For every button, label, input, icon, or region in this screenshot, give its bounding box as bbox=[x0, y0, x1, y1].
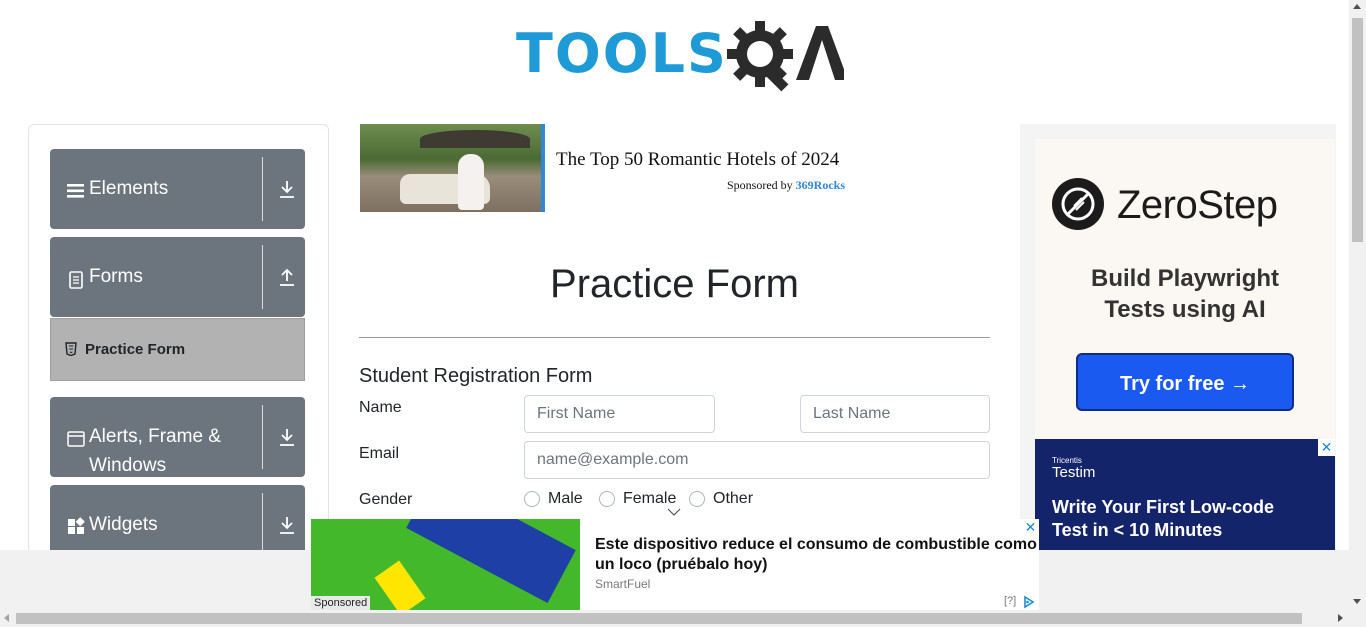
widgets-icon bbox=[68, 517, 85, 534]
ad-source[interactable]: SmartFuel bbox=[595, 577, 650, 591]
horizontal-scrollbar[interactable] bbox=[0, 610, 1366, 627]
scroll-right-icon[interactable] bbox=[1338, 614, 1343, 622]
download-icon[interactable] bbox=[278, 179, 296, 199]
download-icon[interactable] bbox=[278, 515, 296, 535]
divider bbox=[359, 337, 990, 338]
sidebar-group-alerts-frame-windows[interactable]: Alerts, Frame & Windows bbox=[50, 397, 305, 477]
sponsored-prefix: Sponsored by bbox=[727, 178, 793, 192]
tagline-line2: Tests using AI bbox=[1104, 296, 1266, 323]
radio-label[interactable]: Male bbox=[548, 490, 583, 508]
html5-icon bbox=[65, 342, 77, 356]
zerostep-mark-icon bbox=[1061, 187, 1095, 221]
sidebar: Elements Forms Practice Form Alerts, Fra… bbox=[28, 124, 329, 564]
testim-line2: Test in < 10 Minutes bbox=[1052, 520, 1223, 540]
zerostep-ad[interactable]: ZeroStep Build Playwright Tests using AI… bbox=[1035, 139, 1335, 439]
close-icon[interactable]: ✕ bbox=[1318, 439, 1335, 456]
testim-ad[interactable]: Tricentis Testim Write Your First Low-co… bbox=[1035, 439, 1335, 550]
testim-brand: Testim bbox=[1052, 464, 1096, 481]
sidebar-group-label: Forms bbox=[89, 266, 143, 287]
sidebar-item-label: Practice Form bbox=[85, 341, 186, 358]
sponsor-name[interactable]: 369Rocks bbox=[796, 178, 845, 192]
toolsqa-logo[interactable]: TOOLS bbox=[512, 14, 844, 94]
divider bbox=[262, 493, 263, 557]
window-icon bbox=[67, 431, 85, 447]
document-icon bbox=[69, 271, 83, 289]
vertical-scrollbar[interactable] bbox=[1349, 0, 1366, 610]
sidebar-group-elements[interactable]: Elements bbox=[50, 149, 305, 229]
ad-title[interactable]: The Top 50 Romantic Hotels of 2024 bbox=[556, 149, 839, 171]
download-icon[interactable] bbox=[278, 427, 296, 447]
upload-icon[interactable] bbox=[278, 267, 296, 287]
scroll-left-icon[interactable] bbox=[4, 614, 9, 622]
close-icon[interactable]: ✕ bbox=[1022, 519, 1039, 536]
list-icon bbox=[67, 184, 84, 198]
logo-gear-icon bbox=[727, 21, 844, 92]
bottom-sponsored-ad[interactable]: Sponsored Este dispositivo reduce el con… bbox=[311, 519, 1039, 611]
ad-image: Sponsored bbox=[311, 519, 580, 611]
zerostep-brand: ZeroStep bbox=[1117, 183, 1278, 227]
radio-circle[interactable] bbox=[689, 491, 705, 507]
divider bbox=[262, 157, 263, 221]
gender-label: Gender bbox=[359, 491, 413, 508]
logo-text: TOOLS bbox=[516, 22, 728, 85]
scrollbar-thumb[interactable] bbox=[16, 613, 1302, 624]
top-sponsored-ad[interactable]: The Top 50 Romantic Hotels of 2024 Spons… bbox=[360, 124, 860, 212]
zerostep-logo-icon bbox=[1052, 178, 1104, 230]
ad-image bbox=[360, 124, 545, 212]
adchoices-icon[interactable] bbox=[1022, 595, 1036, 609]
ad-title[interactable]: Este dispositivo reduce el consumo de co… bbox=[595, 535, 1039, 575]
scroll-up-icon[interactable] bbox=[1353, 4, 1361, 9]
sidebar-group-label: Alerts, Frame & bbox=[89, 426, 221, 447]
divider bbox=[262, 245, 263, 309]
ad-sponsor: Sponsored by 369Rocks bbox=[727, 178, 845, 193]
testim-line1: Write Your First Low-code bbox=[1052, 497, 1275, 517]
sidebar-group-label-line2: Windows bbox=[89, 455, 167, 476]
radio-label[interactable]: Female bbox=[623, 490, 676, 508]
name-label: Name bbox=[359, 399, 402, 416]
radio-label[interactable]: Other bbox=[713, 490, 753, 508]
divider bbox=[262, 405, 263, 469]
zerostep-tagline: Build Playwright Tests using AI bbox=[1035, 263, 1335, 325]
scroll-down-icon[interactable] bbox=[1353, 599, 1361, 604]
sidebar-group-forms[interactable]: Forms bbox=[50, 237, 305, 317]
page-title: Practice Form bbox=[550, 262, 799, 306]
sidebar-group-label: Elements bbox=[89, 178, 169, 199]
ad-help-link[interactable]: [?] bbox=[1004, 595, 1016, 607]
sponsored-label: Sponsored bbox=[311, 596, 371, 610]
testim-headline: Write Your First Low-code Test in < 10 M… bbox=[1052, 496, 1274, 542]
right-ad-column: ZeroStep Build Playwright Tests using AI… bbox=[1020, 124, 1336, 550]
radio-circle[interactable] bbox=[524, 491, 540, 507]
first-name-input[interactable] bbox=[524, 395, 715, 433]
form-title: Student Registration Form bbox=[359, 365, 593, 387]
arrow-graphic bbox=[374, 560, 426, 611]
sidebar-group-label: Widgets bbox=[89, 514, 158, 535]
chevron-down-icon[interactable] bbox=[667, 507, 681, 517]
scrollbar-thumb[interactable] bbox=[1352, 18, 1363, 242]
last-name-input[interactable] bbox=[800, 395, 990, 433]
email-input[interactable] bbox=[524, 441, 990, 479]
sidebar-item-practice-form[interactable]: Practice Form bbox=[50, 318, 305, 381]
email-label: Email bbox=[359, 445, 400, 462]
radio-circle[interactable] bbox=[599, 491, 615, 507]
tagline-line1: Build Playwright bbox=[1090, 265, 1279, 292]
try-for-free-button[interactable]: Try for free → bbox=[1076, 353, 1294, 411]
